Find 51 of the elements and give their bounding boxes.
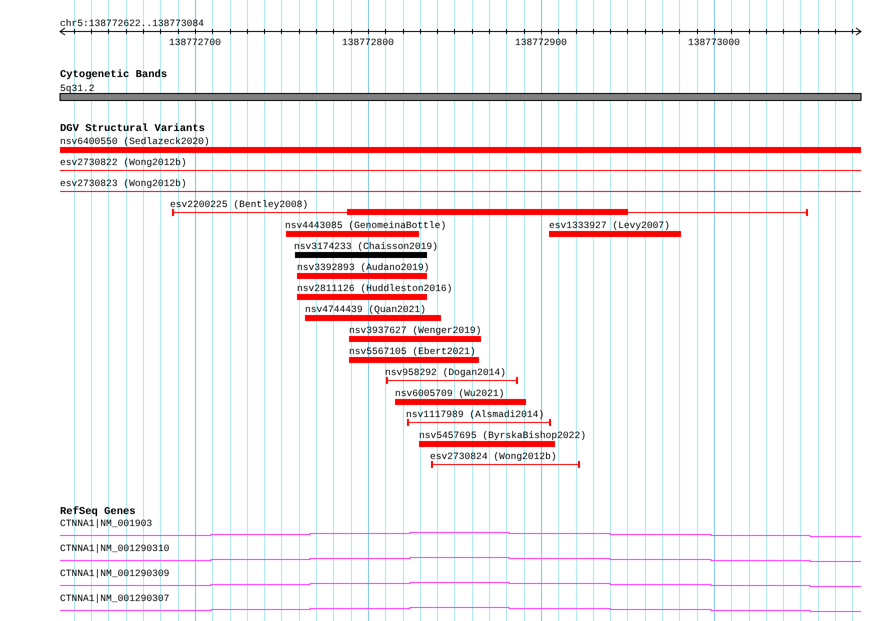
variant-bar[interactable] [297, 273, 427, 279]
variant-span[interactable] [172, 209, 808, 216]
variant-label[interactable]: esv1333927 (Levy2007) [549, 220, 670, 231]
variant-line[interactable] [60, 170, 861, 171]
variant-bar[interactable] [395, 399, 526, 405]
variant-line[interactable] [60, 191, 861, 192]
variant-bar[interactable] [60, 147, 861, 153]
transcript-label[interactable]: CTNNA1|NM_001290307 [60, 593, 170, 604]
transcript-line[interactable] [60, 532, 862, 537]
variant-bar[interactable] [419, 441, 555, 447]
variant-label[interactable]: nsv958292 (Dogan2014) [385, 367, 506, 378]
variant-label[interactable]: nsv4744439 (Quan2021) [305, 304, 426, 315]
tick-label: 138772700 [169, 37, 221, 48]
variant-bar[interactable] [297, 294, 427, 300]
variant-label[interactable]: nsv3937627 (Wenger2019) [349, 325, 482, 336]
variant-label[interactable]: esv2730824 (Wong2012b) [430, 451, 557, 462]
tick-label: 138772900 [515, 37, 567, 48]
transcript-line[interactable] [60, 582, 862, 587]
transcript-label[interactable]: CTNNA1|NM_001290309 [60, 568, 170, 579]
variant-label[interactable]: nsv5457695 (ByrskaBishop2022) [419, 430, 586, 441]
variant-bar[interactable] [549, 231, 681, 237]
tick-label: 138772800 [342, 37, 394, 48]
variant-label[interactable]: nsv3174233 (Chaisson2019) [294, 241, 438, 252]
variant-label[interactable]: nsv5567105 (Ebert2021) [349, 346, 476, 357]
variant-bar[interactable] [305, 315, 441, 321]
location-label: chr5:138772622..138773084 [60, 18, 204, 29]
transcript-line[interactable] [60, 557, 862, 562]
variant-span[interactable] [407, 419, 551, 426]
variant-bar[interactable] [295, 252, 427, 258]
variant-label[interactable]: nsv6400550 (Sedlazeck2020) [60, 136, 210, 147]
variant-bar[interactable] [349, 336, 481, 342]
band-label: 5q31.2 [60, 83, 95, 94]
variant-label[interactable]: esv2200225 (Bentley2008) [170, 199, 308, 210]
variant-label[interactable]: nsv1117989 (Alsmadi2014) [406, 409, 544, 420]
variant-bar[interactable] [286, 231, 419, 237]
transcript-label[interactable]: CTNNA1|NM_001290310 [60, 543, 170, 554]
variant-label[interactable]: esv2730822 (Wong2012b) [60, 157, 187, 168]
tick-label: 138773000 [688, 37, 740, 48]
transcript-label[interactable]: CTNNA1|NM_001903 [60, 518, 152, 529]
variant-span[interactable] [386, 377, 518, 384]
variant-bar[interactable] [349, 357, 479, 363]
track-title: Cytogenetic Bands [60, 69, 168, 81]
variant-label[interactable]: esv2730823 (Wong2012b) [60, 178, 187, 189]
variant-label[interactable]: nsv2811126 (Huddleston2016) [297, 283, 452, 294]
track-title: RefSeq Genes [60, 506, 136, 518]
variant-label[interactable]: nsv6005709 (Wu2021) [395, 388, 504, 399]
variant-span[interactable] [431, 461, 580, 468]
variant-label[interactable]: nsv3392893 (Audano2019) [297, 262, 430, 273]
variant-label[interactable]: nsv4443085 (GenomeinaBottle) [285, 220, 446, 231]
track-title: DGV Structural Variants [60, 123, 205, 135]
transcript-line[interactable] [60, 607, 862, 612]
